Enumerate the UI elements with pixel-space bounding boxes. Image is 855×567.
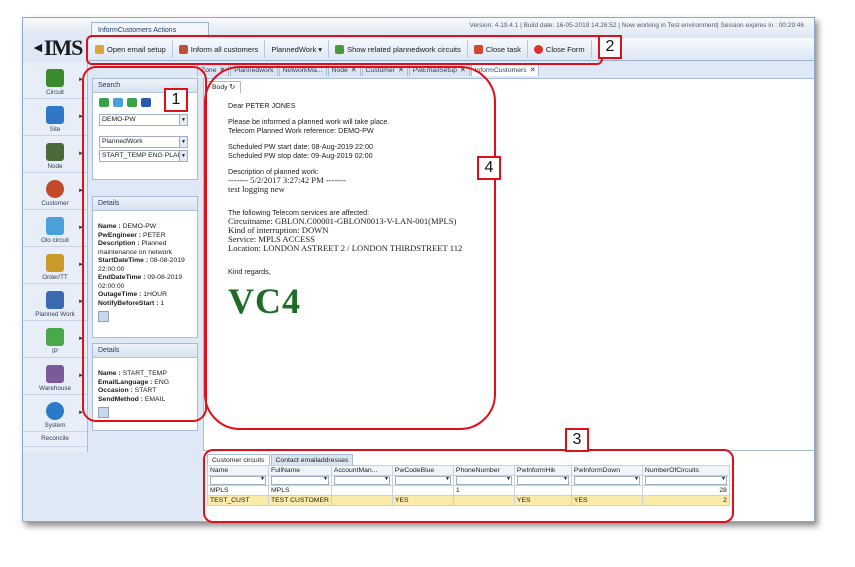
title-strip: InformCustomers Actions Version: 4.19.4.… [23, 18, 814, 41]
left-nav: Circuit ► Site ► Node ► Customer ► Olo circu… [23, 62, 88, 452]
site-icon [46, 106, 64, 124]
logo-text: IMS [43, 35, 84, 60]
nav-system[interactable]: System ► [23, 395, 87, 432]
nav-warehouse[interactable]: Warehouse ► [23, 358, 87, 395]
ims-logo: ◄IMS [31, 35, 84, 61]
annotation-box-3 [203, 449, 734, 523]
warehouse-icon [46, 365, 64, 383]
annotation-box-4 [204, 66, 496, 430]
annotation-box-2 [86, 35, 603, 65]
nav-planned-work[interactable]: Planned Work ► [23, 284, 87, 321]
nav-circuit[interactable]: Circuit ► [23, 62, 87, 99]
annotation-number-2: 2 [598, 35, 622, 59]
nav-customer[interactable]: Customer ► [23, 173, 87, 210]
nav-olo-circuit[interactable]: Olo circuit ► [23, 210, 87, 247]
nav-ip[interactable]: IP ► [23, 321, 87, 358]
planned-work-icon [46, 291, 64, 309]
close-icon[interactable]: ✕ [530, 67, 536, 74]
ip-icon [46, 328, 64, 346]
nav-reconcile[interactable]: Reconcile [23, 432, 87, 447]
olo-circuit-icon [46, 217, 64, 235]
status-text: Version: 4.19.4.1 | Build date: 16-05-20… [469, 22, 804, 29]
nav-order-tt[interactable]: Order/TT ► [23, 247, 87, 284]
annotation-number-4: 4 [477, 156, 501, 180]
nav-node[interactable]: Node ► [23, 136, 87, 173]
circuit-icon [46, 69, 64, 87]
annotation-box-1 [82, 66, 207, 422]
node-icon [46, 143, 64, 161]
logo-arrow-icon: ◄ [31, 41, 45, 56]
order-icon [46, 254, 64, 272]
customer-icon [46, 180, 64, 198]
annotation-number-1: 1 [164, 88, 188, 112]
system-icon [46, 402, 64, 420]
nav-site[interactable]: Site ► [23, 99, 87, 136]
annotation-number-3: 3 [565, 428, 589, 452]
